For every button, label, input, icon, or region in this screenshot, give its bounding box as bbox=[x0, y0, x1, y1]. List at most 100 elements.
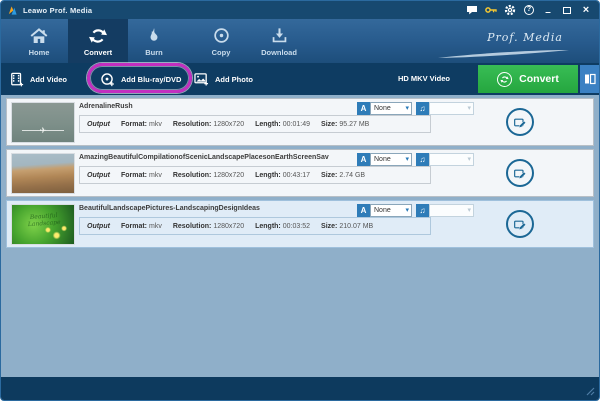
add-bluray-dvd-button[interactable]: Add Blu-ray/DVD bbox=[100, 63, 181, 95]
format-value: mkv bbox=[149, 223, 162, 230]
add-bluray-dvd-label: Add Blu-ray/DVD bbox=[121, 75, 181, 84]
edit-video-button[interactable] bbox=[506, 210, 534, 238]
video-thumbnail[interactable]: ✈ bbox=[11, 102, 75, 143]
nav-bar: Home Convert Burn bbox=[1, 19, 599, 63]
length-label: Length: bbox=[255, 223, 281, 230]
chevron-down-icon: ▾ bbox=[405, 154, 409, 166]
panel-toggle-button[interactable] bbox=[580, 65, 599, 93]
window-title: Leawo Prof. Media bbox=[23, 6, 92, 15]
chevron-down-icon: ▾ bbox=[467, 154, 471, 166]
output-label: Output bbox=[87, 223, 110, 230]
brand-script-text: Prof. Media bbox=[487, 31, 563, 44]
media-row-1[interactable]: ✈ AdrenalineRush Output Format:mkv Resol… bbox=[6, 98, 594, 146]
length-value: 00:01:49 bbox=[283, 121, 310, 128]
resolution-label: Resolution: bbox=[173, 223, 212, 230]
question-glyph: ? bbox=[524, 5, 534, 15]
close-glyph: × bbox=[583, 4, 589, 16]
video-thumbnail[interactable] bbox=[11, 153, 75, 194]
chevron-down-icon: ▾ bbox=[405, 103, 409, 115]
format-label: Format: bbox=[121, 172, 147, 179]
subtitle-badge-icon: A bbox=[357, 153, 370, 166]
edit-video-button[interactable] bbox=[506, 108, 534, 136]
subtitle-badge-icon: A bbox=[357, 102, 370, 115]
length-label: Length: bbox=[255, 172, 281, 179]
subtitle-value: None bbox=[374, 105, 391, 112]
tab-label: Copy bbox=[212, 48, 231, 57]
edit-video-button[interactable] bbox=[506, 159, 534, 187]
video-thumbnail[interactable]: Beautiful Landscape bbox=[11, 204, 75, 245]
toolbar: Add Video Add Blu-ray/DVD Add Photo HD M… bbox=[1, 63, 599, 95]
tab-convert[interactable]: Convert bbox=[68, 19, 128, 63]
tab-download[interactable]: Download bbox=[249, 19, 309, 63]
bluray-disc-icon bbox=[100, 72, 115, 87]
audio-badge-icon: ♫ bbox=[416, 153, 429, 166]
subtitle-value: None bbox=[374, 207, 391, 214]
panel-toggle-icon bbox=[584, 73, 596, 85]
titlebar: Leawo Prof. Media ? – × bbox=[1, 1, 599, 19]
convert-button[interactable]: Convert bbox=[478, 65, 578, 93]
brand-swoosh bbox=[436, 49, 571, 59]
size-value: 2.74 GB bbox=[339, 172, 365, 179]
chevron-down-icon: ▾ bbox=[405, 205, 409, 217]
add-photo-button[interactable]: Add Photo bbox=[194, 63, 253, 95]
format-value: mkv bbox=[149, 121, 162, 128]
app-logo-icon bbox=[7, 5, 18, 16]
subtitle-dropdown[interactable]: None ▾ bbox=[370, 204, 412, 217]
resolution-value: 1280x720 bbox=[213, 223, 244, 230]
resize-grip[interactable] bbox=[586, 387, 595, 396]
audio-badge-icon: ♫ bbox=[416, 204, 429, 217]
register-key-icon[interactable] bbox=[484, 3, 498, 17]
convert-button-label: Convert bbox=[519, 73, 559, 85]
subtitle-dropdown[interactable]: None ▾ bbox=[370, 153, 412, 166]
subtitle-value: None bbox=[374, 156, 391, 163]
resolution-label: Resolution: bbox=[173, 172, 212, 179]
audio-dropdown[interactable]: ▾ bbox=[429, 102, 474, 115]
size-label: Size: bbox=[321, 223, 337, 230]
airplane-glyph: ✈ bbox=[12, 127, 74, 135]
convert-ring-icon bbox=[497, 72, 512, 87]
tab-burn[interactable]: Burn bbox=[124, 19, 184, 63]
output-profile-selector[interactable]: HD MKV Video bbox=[379, 63, 469, 95]
feedback-icon[interactable] bbox=[465, 3, 479, 17]
resolution-value: 1280x720 bbox=[213, 172, 244, 179]
length-label: Length: bbox=[255, 121, 281, 128]
audio-dropdown[interactable]: ▾ bbox=[429, 153, 474, 166]
settings-gear-icon[interactable] bbox=[503, 3, 517, 17]
photo-icon bbox=[194, 72, 209, 86]
close-button[interactable]: × bbox=[579, 3, 593, 17]
media-title: AdrenalineRush bbox=[79, 103, 133, 110]
maximize-button[interactable] bbox=[560, 3, 574, 17]
edit-pencil-icon bbox=[513, 217, 528, 232]
tab-label: Download bbox=[261, 48, 297, 57]
tab-copy[interactable]: Copy bbox=[191, 19, 251, 63]
disc-icon bbox=[212, 25, 231, 46]
minimize-button[interactable]: – bbox=[541, 3, 555, 17]
film-icon bbox=[10, 72, 24, 87]
subtitle-badge-icon: A bbox=[357, 204, 370, 217]
tab-label: Burn bbox=[145, 48, 163, 57]
edit-pencil-icon bbox=[513, 166, 528, 181]
tab-home[interactable]: Home bbox=[9, 19, 69, 63]
media-row-3[interactable]: Beautiful Landscape BeautifulLandscapePi… bbox=[6, 200, 594, 248]
add-video-label: Add Video bbox=[30, 75, 67, 84]
resolution-value: 1280x720 bbox=[213, 121, 244, 128]
subtitle-dropdown[interactable]: None ▾ bbox=[370, 102, 412, 115]
audio-dropdown[interactable]: ▾ bbox=[429, 204, 474, 217]
add-video-button[interactable]: Add Video bbox=[10, 63, 67, 95]
format-label: Format: bbox=[121, 223, 147, 230]
format-label: Format: bbox=[121, 121, 147, 128]
output-info-bar: Output Format:mkv Resolution:1280x720 Le… bbox=[79, 166, 431, 184]
help-icon[interactable]: ? bbox=[522, 3, 536, 17]
chevron-down-icon: ▾ bbox=[467, 205, 471, 217]
minimize-glyph: – bbox=[545, 5, 551, 16]
length-value: 00:43:17 bbox=[283, 172, 310, 179]
media-title: BeautifulLandscapePictures-LandscapingDe… bbox=[79, 205, 260, 212]
thumbnail-caption: Beautiful Landscape bbox=[15, 211, 74, 229]
size-label: Size: bbox=[321, 172, 337, 179]
size-value: 210.07 MB bbox=[339, 223, 373, 230]
burn-flame-icon bbox=[146, 25, 162, 46]
home-icon bbox=[29, 25, 49, 46]
media-row-2[interactable]: AmazingBeautifulCompilationofScenicLands… bbox=[6, 149, 594, 197]
size-label: Size: bbox=[321, 121, 337, 128]
tab-label: Convert bbox=[84, 48, 112, 57]
